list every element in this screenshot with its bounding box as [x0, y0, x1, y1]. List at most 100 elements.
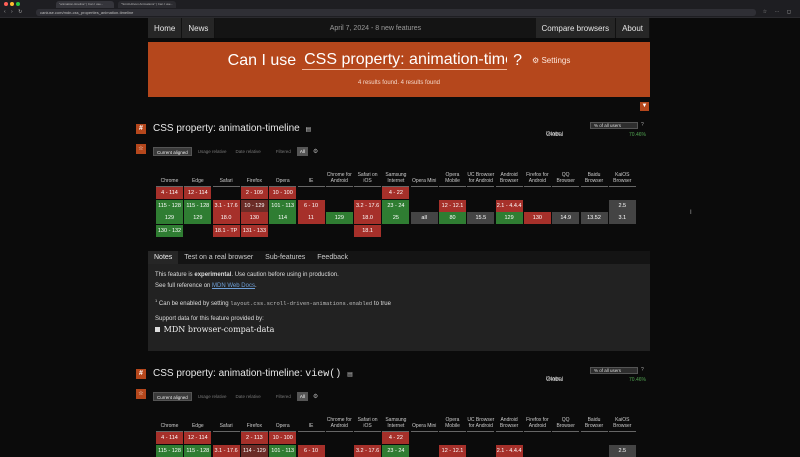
usage-select[interactable]: % of all users [590, 122, 638, 129]
version-cell[interactable]: 18.0 [354, 212, 382, 224]
version-cell[interactable]: 18.1 - TP [212, 224, 240, 237]
document-icon[interactable]: ▤ [347, 372, 353, 378]
version-cell[interactable]: 130 [240, 212, 268, 224]
feature-card-2: # ☆ CSS property: animation-timeline: vi… [134, 364, 650, 457]
version-cell[interactable]: 4 - 114 [156, 187, 183, 199]
version-cell[interactable]: 131 - 133 [240, 224, 268, 237]
version-cell[interactable]: 2.5 [608, 444, 636, 457]
version-cell[interactable]: 3.2 - 17.6 [354, 199, 382, 212]
version-cell[interactable]: 23 - 24 [382, 444, 410, 457]
permalink-icon[interactable]: # [136, 369, 146, 379]
version-cell[interactable]: 10 - 129 [240, 199, 268, 212]
version-cell[interactable]: 3.1 - 17.6 [212, 444, 240, 457]
current-aligned-button[interactable]: Current aligned [153, 146, 192, 156]
version-cell[interactable]: 114 [269, 212, 297, 224]
version-cell[interactable]: 3.1 - 17.6 [212, 199, 240, 212]
version-cell[interactable]: all [410, 212, 438, 224]
gear-icon[interactable]: ⚙ [313, 148, 318, 155]
browser-column: KaiOS Browser 2.5 3.1 [608, 162, 636, 225]
filtered-button[interactable]: Filtered [273, 147, 294, 156]
version-cell[interactable]: 10 - 100 [269, 187, 297, 199]
tab-sub-features[interactable]: Sub-features [259, 251, 311, 264]
version-cell[interactable]: 3.1 [608, 212, 636, 224]
tab-notes[interactable]: Notes [148, 251, 179, 264]
news-summary[interactable]: April 7, 2024 - 8 new features [215, 25, 535, 32]
tab-test-real-browser[interactable]: Test on a real browser [178, 251, 259, 264]
tab-feedback[interactable]: Feedback [311, 251, 354, 264]
version-cell[interactable]: 13.52 [580, 212, 608, 224]
version-cell[interactable]: 130 - 132 [156, 224, 183, 237]
date-relative-button[interactable]: Date relative [233, 392, 264, 401]
version-cell[interactable]: 115 - 128 [184, 444, 212, 457]
version-cell [411, 200, 438, 212]
current-aligned-button[interactable]: Current aligned [153, 391, 192, 401]
nav-about[interactable]: About [616, 18, 650, 38]
all-button[interactable]: All [296, 391, 308, 401]
star-icon[interactable]: ☆ [136, 144, 146, 154]
view-toolbar: Current aligned Usage relative Date rela… [153, 146, 318, 156]
back-forward-icon[interactable]: ‹ › ↻ [4, 9, 24, 15]
version-cell[interactable]: 2.1 - 4.4.4 [495, 199, 523, 212]
search-input[interactable]: CSS property: animation-timeline [302, 51, 508, 70]
version-cell[interactable]: 80 [439, 212, 466, 224]
gear-icon[interactable]: ⚙ [313, 393, 318, 400]
nav-home[interactable]: Home [148, 18, 183, 38]
settings-button[interactable]: ⚙ Settings [532, 56, 570, 65]
all-button[interactable]: All [296, 146, 308, 156]
version-cell[interactable]: 15.5 [467, 212, 495, 224]
version-cell[interactable]: 129 [325, 212, 353, 224]
version-cell[interactable]: 12 - 12.1 [439, 199, 466, 212]
version-cell[interactable]: 115 - 128 [184, 199, 212, 212]
usage-help-icon[interactable]: ? [641, 367, 644, 373]
browser-tab-2[interactable]: "Scroll-driven Animations" | Can I use..… [118, 0, 176, 8]
date-relative-button[interactable]: Date relative [233, 147, 264, 156]
document-icon[interactable]: ▤ [306, 127, 312, 133]
version-cell[interactable]: 2 - 113 [240, 432, 268, 444]
version-cell[interactable]: 12 - 12.1 [439, 444, 466, 457]
version-cell[interactable]: 12 - 114 [184, 187, 212, 199]
version-cell[interactable]: 25 [382, 212, 410, 224]
nav-compare-browsers[interactable]: Compare browsers [535, 18, 617, 38]
star-icon[interactable]: ☆ [136, 389, 146, 399]
search-suffix: ? [513, 51, 523, 69]
usage-help-icon[interactable]: ? [641, 122, 644, 128]
version-cell[interactable]: 6 - 10 [297, 199, 325, 212]
usage-relative-button[interactable]: Usage relative [195, 392, 230, 401]
browser-column: Android Browser 2.1 - 4.4.4 129 [495, 162, 523, 225]
version-cell[interactable]: 4 - 114 [156, 432, 183, 444]
version-cell[interactable]: 101 - 113 [269, 199, 297, 212]
browser-toolbar-icons[interactable]: ☆ ⋯ ◻ [763, 9, 794, 15]
version-cell[interactable]: 130 [523, 212, 551, 224]
usage-select[interactable]: % of all users [590, 367, 638, 374]
permalink-icon[interactable]: # [136, 124, 146, 134]
version-cell[interactable]: 114 - 129 [240, 444, 268, 457]
version-cell[interactable]: 2.5 [608, 199, 636, 212]
version-cell[interactable]: 4 - 22 [382, 432, 410, 444]
usage-relative-button[interactable]: Usage relative [195, 147, 230, 156]
version-cell[interactable]: 10 - 100 [269, 432, 297, 444]
filter-icon[interactable]: ▼ [640, 102, 649, 111]
mdn-link[interactable]: MDN Web Docs [212, 283, 255, 289]
version-cell[interactable]: 3.2 - 17.6 [354, 444, 382, 457]
version-cell[interactable]: 2 - 109 [240, 187, 268, 199]
version-cell[interactable]: 115 - 128 [156, 444, 183, 457]
nav-news[interactable]: News [182, 18, 216, 38]
version-cell[interactable]: 14.9 [552, 212, 580, 224]
version-cell[interactable]: 129 [495, 212, 523, 224]
version-cell[interactable]: 115 - 128 [156, 199, 183, 212]
version-cell[interactable]: 129 [184, 212, 212, 224]
version-cell[interactable]: 11 [297, 212, 325, 224]
filtered-button[interactable]: Filtered [273, 392, 294, 401]
version-cell[interactable]: 4 - 22 [382, 187, 410, 199]
url-bar[interactable]: caniuse.com/mdn-css_properties_animation… [36, 9, 756, 16]
version-cell[interactable]: 2.1 - 4.4.4 [495, 444, 523, 457]
version-cell[interactable]: 23 - 24 [382, 199, 410, 212]
version-cell[interactable]: 12 - 114 [184, 432, 212, 444]
version-cell[interactable]: 18.1 [354, 224, 382, 237]
version-cell[interactable]: 6 - 10 [297, 444, 325, 457]
mdn-compat-data-link[interactable]: MDN browser-compat-data [155, 325, 643, 334]
version-cell[interactable]: 18.0 [212, 212, 240, 224]
version-cell[interactable]: 129 [156, 212, 183, 224]
browser-tab-1[interactable]: "animation-timeline" | Can I use... [56, 0, 114, 8]
version-cell[interactable]: 101 - 113 [269, 444, 297, 457]
